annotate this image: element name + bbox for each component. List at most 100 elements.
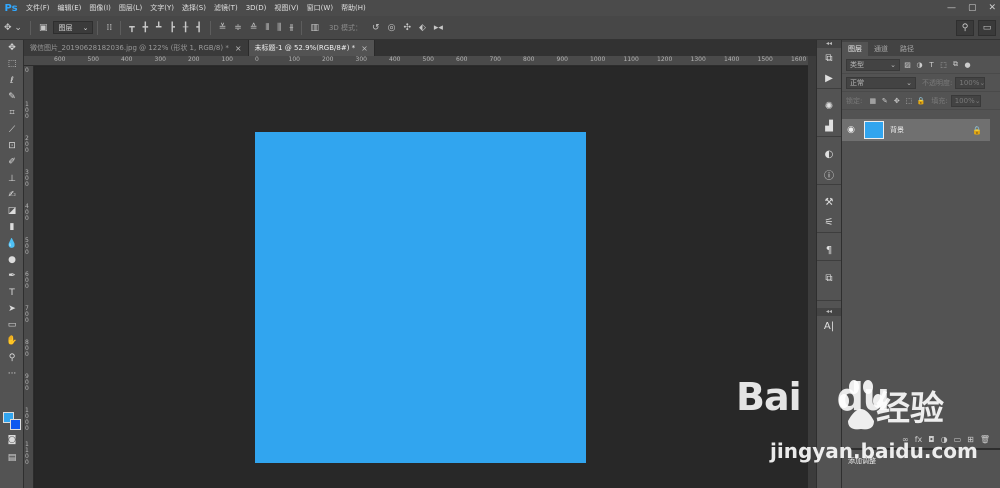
- marquee-tool-icon[interactable]: ⬚: [0, 56, 24, 72]
- histogram-icon[interactable]: ▟: [817, 116, 841, 136]
- opacity-field[interactable]: 100% ⌄: [955, 76, 986, 89]
- close-icon[interactable]: ×: [235, 44, 242, 53]
- filter-adjust-icon[interactable]: ◑: [915, 60, 924, 69]
- type-tool-icon[interactable]: T: [0, 284, 24, 300]
- workspace-icon[interactable]: ▭: [978, 20, 996, 36]
- align-bottom-icon[interactable]: ┻: [152, 23, 165, 33]
- close-button[interactable]: ✕: [988, 3, 996, 13]
- lock-transparent-icon[interactable]: ▦: [868, 96, 877, 105]
- character-icon[interactable]: A|: [817, 316, 841, 336]
- filter-type-icon[interactable]: T: [927, 60, 936, 69]
- screen-mode-icon[interactable]: ▤: [0, 450, 24, 466]
- maximize-button[interactable]: ▢: [968, 3, 977, 13]
- blur-tool-icon[interactable]: 💧: [0, 236, 24, 252]
- collapse-icon[interactable]: ◂◂: [817, 308, 841, 316]
- auto-select-checkbox[interactable]: ▣: [35, 23, 52, 33]
- eraser-tool-icon[interactable]: ◪: [0, 203, 24, 219]
- align-top-icon[interactable]: ┳: [125, 23, 138, 33]
- filter-pixel-icon[interactable]: ▨: [903, 60, 912, 69]
- search-icon[interactable]: ⚲: [956, 20, 974, 36]
- 3d-pan-icon[interactable]: ✣: [399, 23, 415, 33]
- fill-field[interactable]: 100% ⌄: [950, 94, 981, 107]
- menu-layer[interactable]: 图层(L): [115, 3, 146, 13]
- history-brush-tool-icon[interactable]: ✍: [0, 187, 24, 203]
- channels-icon[interactable]: ◐: [817, 144, 841, 164]
- quick-mask-icon[interactable]: ◙: [0, 432, 24, 448]
- tab-document-2[interactable]: 未标题-1 @ 52.9%(RGB/8#) * ×: [248, 40, 375, 56]
- filter-shape-icon[interactable]: ⬚: [939, 60, 948, 69]
- distribute-top-icon[interactable]: ≚: [215, 23, 231, 33]
- history-icon[interactable]: ⧉: [817, 48, 841, 68]
- color-swatches[interactable]: [3, 412, 23, 432]
- trash-icon[interactable]: 🗑: [980, 435, 990, 444]
- 3d-scale-icon[interactable]: ▸◂: [430, 23, 447, 33]
- tab-channels[interactable]: 通道: [868, 42, 894, 56]
- collapse-icon[interactable]: ◂◂: [817, 40, 841, 48]
- brush-tool-icon[interactable]: ✐: [0, 154, 24, 170]
- move-tool-icon[interactable]: ✥: [0, 40, 24, 56]
- rectangle-tool-icon[interactable]: ▭: [0, 317, 24, 333]
- align-vcenter-icon[interactable]: ╋: [139, 23, 152, 33]
- 3d-rotate-icon[interactable]: ↺: [368, 23, 384, 33]
- actions-play-icon[interactable]: ▶: [817, 68, 841, 88]
- lock-all-icon[interactable]: 🔒: [916, 96, 926, 105]
- lock-artboard-icon[interactable]: ⬚: [904, 96, 913, 105]
- filter-type-dropdown[interactable]: 类型 ⌄: [846, 58, 900, 71]
- auto-select-dropdown[interactable]: 图层 ⌄: [53, 21, 94, 34]
- 3d-slide-icon[interactable]: ⬖: [415, 23, 430, 33]
- tab-paths[interactable]: 路径: [894, 42, 920, 56]
- menu-select[interactable]: 选择(S): [178, 3, 210, 13]
- layer-row[interactable]: ◉ 背景 🔒: [842, 119, 990, 141]
- crop-tool-icon[interactable]: ⌗: [0, 105, 24, 121]
- zoom-tool-icon[interactable]: ⚲: [0, 350, 24, 366]
- filter-toggle-icon[interactable]: ●: [963, 60, 972, 69]
- menu-view[interactable]: 视图(V): [270, 3, 302, 13]
- distribute-bottom-icon[interactable]: ≙: [246, 23, 262, 33]
- align-right-icon[interactable]: ┫: [192, 23, 205, 33]
- menu-3d[interactable]: 3D(D): [242, 4, 271, 12]
- transform-controls-icon[interactable]: ⁞⁞: [102, 23, 116, 33]
- dodge-tool-icon[interactable]: ●: [0, 252, 24, 268]
- clone-stamp-tool-icon[interactable]: ⊥: [0, 170, 24, 186]
- close-icon[interactable]: ×: [361, 44, 368, 53]
- distribute-hcenter-icon[interactable]: ⫼: [273, 23, 285, 33]
- align-left-icon[interactable]: ┣: [165, 23, 178, 33]
- 3d-roll-icon[interactable]: ◎: [384, 23, 400, 33]
- distribute-left-icon[interactable]: ⫴: [261, 23, 273, 33]
- properties-icon[interactable]: ⚟: [817, 212, 841, 232]
- canvas-workspace[interactable]: [35, 67, 808, 488]
- adjustments-icon[interactable]: ✺: [817, 96, 841, 116]
- gradient-tool-icon[interactable]: ▮: [0, 219, 24, 235]
- distribute-right-icon[interactable]: ⫵: [285, 23, 297, 33]
- quick-select-tool-icon[interactable]: ✎: [0, 89, 24, 105]
- menu-filter[interactable]: 滤镜(T): [210, 3, 242, 13]
- lasso-tool-icon[interactable]: ℓ: [0, 73, 24, 89]
- menu-edit[interactable]: 编辑(E): [54, 3, 86, 13]
- align-hcenter-icon[interactable]: ╂: [179, 23, 192, 33]
- tab-layers[interactable]: 图层: [842, 42, 868, 56]
- menu-type[interactable]: 文字(Y): [146, 3, 178, 13]
- eyedropper-tool-icon[interactable]: ⟋: [0, 121, 24, 137]
- menu-help[interactable]: 帮助(H): [337, 3, 370, 13]
- auto-align-icon[interactable]: ▥: [306, 23, 323, 33]
- tab-document-1[interactable]: 微信图片_20190628182036.jpg @ 122% (形状 1, RG…: [24, 40, 249, 56]
- move-tool-icon[interactable]: ✥ ⌄: [0, 23, 26, 33]
- brush-settings-icon[interactable]: ⚒: [817, 192, 841, 212]
- clone-source-icon[interactable]: ⧉: [817, 268, 841, 288]
- lock-position-icon[interactable]: ✥: [892, 96, 901, 105]
- document-canvas[interactable]: [255, 132, 586, 463]
- background-color-swatch[interactable]: [10, 419, 21, 430]
- menu-file[interactable]: 文件(F): [22, 3, 54, 13]
- eye-icon[interactable]: ◉: [842, 125, 860, 135]
- hand-tool-icon[interactable]: ✋: [0, 333, 24, 349]
- distribute-vcenter-icon[interactable]: ≑: [230, 23, 246, 33]
- pen-tool-icon[interactable]: ✒: [0, 268, 24, 284]
- healing-brush-tool-icon[interactable]: ⊡: [0, 138, 24, 154]
- info-icon[interactable]: ⓘ: [817, 164, 841, 184]
- minimize-button[interactable]: —: [947, 3, 956, 13]
- filter-smart-icon[interactable]: ⧉: [951, 60, 960, 69]
- path-select-tool-icon[interactable]: ➤: [0, 301, 24, 317]
- menu-image[interactable]: 图像(I): [85, 3, 115, 13]
- paragraph-icon[interactable]: ¶: [817, 240, 841, 260]
- menu-window[interactable]: 窗口(W): [303, 3, 337, 13]
